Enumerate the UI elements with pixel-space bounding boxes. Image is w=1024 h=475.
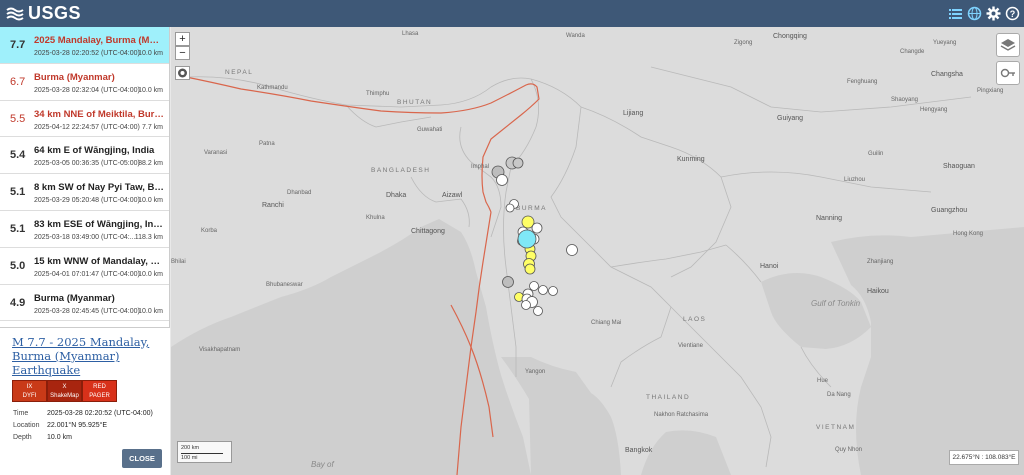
dyfi-intensity: IX [26,384,33,390]
quake-marker[interactable] [548,286,558,296]
map-view[interactable]: Lhasa NEPAL Kathmandu Thimphu BHUTAN Guwahati… [171,27,1024,475]
usgs-wave-icon [6,7,24,20]
event-depth: 10.0 km [138,197,163,205]
event-title: 64 km E of Wāngjing, India [34,145,155,157]
magnitude: 6.7 [10,75,26,88]
quake-marker[interactable] [538,285,548,295]
magnitude: 5.1 [10,186,26,199]
dyfi-badge[interactable]: IX DYFI [12,380,47,402]
event-title: 8 km SW of Nay Pyi Taw, Burma (Myanmar) [34,182,164,194]
layers-button[interactable] [996,33,1020,57]
svg-text:?: ? [1010,9,1016,19]
quake-marker[interactable] [566,244,578,256]
globe-icon[interactable] [967,6,982,21]
globe-icon [178,68,187,78]
event-depth: 7.7 km [141,123,163,131]
key-icon [1000,68,1015,78]
earthquake-details-panel: M 7.7 - 2025 Mandalay, Burma (Myanmar) E… [0,327,170,475]
shakemap-badge[interactable]: X ShakeMap [47,380,82,402]
magnitude: 7.7 [10,39,26,51]
location-value: 22.001°N 95.925°E [47,422,108,429]
scale-bar: 200 km 100 mi [177,441,232,463]
quake-marker[interactable] [496,174,508,186]
event-time: 2025-04-01 07:01:47 (UTC-04:00) [34,270,140,278]
event-time: 2025-03-28 02:32:04 (UTC-04:00) [34,86,140,94]
event-title: 15 km WNW of Mandalay, Burma (Myanmar) [34,255,164,267]
layers-icon [1000,39,1016,51]
magnitude: 5.5 [10,112,26,125]
earthquake-list: 7.7 2025 Mandalay, Burma (Myanmar) Earthq… [0,27,170,327]
event-title: 2025 Mandalay, Burma (Myanmar) Earthquak… [34,35,164,46]
event-depth: 10.0 km [138,270,163,278]
quake-marker[interactable] [531,222,543,234]
earthquake-list-item[interactable]: 5.1 8 km SW of Nay Pyi Taw, Burma (Myanma… [0,174,169,211]
event-time: 2025-03-05 00:36:35 (UTC-05:00) [34,160,140,168]
event-title: 83 km ESE of Wāngjing, India [34,218,164,230]
logo-text: USGS [28,3,82,23]
time-label: Time [13,410,29,417]
list-icon[interactable] [948,6,963,21]
earthquake-list-item[interactable]: 5.0 15 km WNW of Mandalay, Burma (Myanmar… [0,247,169,285]
earthquake-list-item[interactable]: 5.5 34 km NNE of Meiktila, Burma (Myanmar… [0,100,169,138]
app-header: USGS ? [0,0,1024,27]
recenter-button[interactable] [175,66,190,80]
shakemap-label: ShakeMap [50,393,79,399]
quake-marker[interactable] [524,263,536,275]
event-depth: 88.2 km [138,160,163,168]
event-depth: 10.0 km [138,307,163,315]
quake-marker[interactable] [502,276,514,288]
event-title: Burma (Myanmar) [34,71,115,83]
event-title: 34 km NNE of Meiktila, Burma (Myanmar) [34,108,164,120]
scale-km: 200 km [181,444,223,454]
help-icon[interactable]: ? [1005,6,1020,21]
close-button[interactable]: CLOSE [122,449,162,468]
pager-alert: RED [93,384,106,390]
scale-mi: 100 mi [181,455,198,461]
quake-marker-selected[interactable] [517,229,537,249]
earthquake-list-item[interactable]: 6.7 Burma (Myanmar) 2025-03-28 02:32:04 (U… [0,63,169,101]
quake-marker[interactable] [521,300,531,310]
quake-marker[interactable] [512,157,524,169]
magnitude: 5.0 [10,259,26,272]
event-time: 2025-03-29 05:20:48 (UTC-04:00) [34,197,140,205]
earthquake-list-item[interactable]: 5.1 83 km ESE of Wāngjing, India 2025-03-1… [0,210,169,248]
event-time: 2025-03-18 03:49:00 (UTC-04:... [34,233,136,241]
earthquake-list-item[interactable]: 5.4 64 km E of Wāngjing, India 2025-03-05 … [0,137,169,175]
pager-badge[interactable]: RED PAGER [82,380,117,402]
zoom-in-button[interactable]: + [175,32,190,46]
event-title: Burma (Myanmar) [34,292,115,304]
event-depth: 10.0 km [138,50,163,57]
event-time: 2025-03-28 02:20:52 (UTC-04:00) [34,50,140,57]
event-depth: 118.3 km [134,233,163,241]
event-time: 2025-04-12 22:24:57 (UTC-04:00) [34,123,140,131]
depth-value: 10.0 km [47,434,72,441]
quake-marker[interactable] [533,306,543,316]
depth-label: Depth [13,434,32,441]
gear-icon[interactable] [986,6,1001,21]
cursor-coordinates: 22.675°N : 108.083°E [949,450,1019,465]
event-title-link[interactable]: M 7.7 - 2025 Mandalay, Burma (Myanmar) E… [12,335,162,377]
earthquake-list-item[interactable]: 7.7 2025 Mandalay, Burma (Myanmar) Earthq… [0,27,169,64]
usgs-logo[interactable]: USGS [6,3,81,24]
earthquake-markers [491,156,578,316]
legend-button[interactable] [996,61,1020,85]
pager-label: PAGER [89,393,110,399]
event-depth: 10.0 km [138,86,163,94]
zoom-out-button[interactable]: − [175,46,190,60]
dyfi-label: DYFI [22,393,37,399]
time-value: 2025-03-28 02:20:52 (UTC-04:00) [47,410,153,417]
shakemap-intensity: X [62,384,67,390]
quake-marker[interactable] [505,203,515,213]
earthquake-list-item[interactable]: 4.9 Burma (Myanmar) 2025-03-28 02:45:45 (U… [0,284,169,322]
location-label: Location [13,422,40,429]
magnitude: 5.1 [10,222,26,235]
event-time: 2025-03-28 02:45:45 (UTC-04:00) [34,307,140,315]
quake-marker[interactable] [529,281,539,291]
magnitude: 5.4 [10,149,26,162]
magnitude: 4.9 [10,296,26,309]
